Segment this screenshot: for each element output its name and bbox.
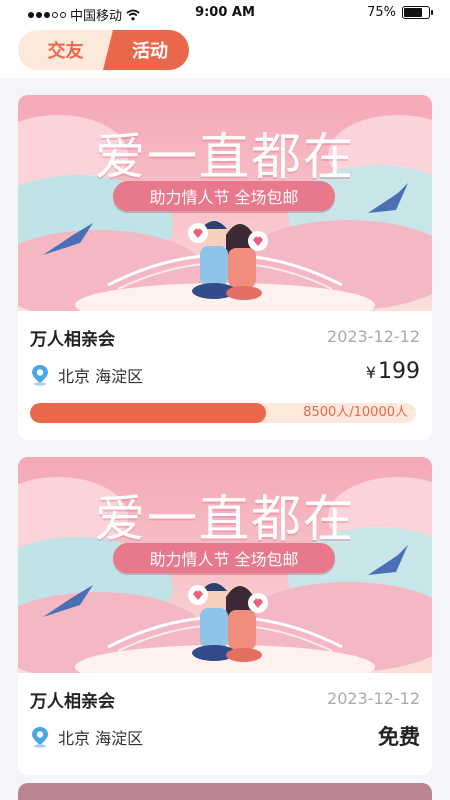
segment-tabs: 交友 活动 xyxy=(18,30,189,70)
event-location-text: 北京 海淀区 xyxy=(58,367,144,386)
status-right: 75% xyxy=(367,5,433,20)
event-card[interactable]: 爱一直都在 助力情人节 全场包邮 万人相亲会 2023-12-12 北京 海淀区… xyxy=(18,457,432,775)
event-title: 万人相亲会 xyxy=(30,692,115,712)
battery-icon xyxy=(402,6,433,19)
tab-activities[interactable]: 活动 xyxy=(103,30,189,70)
event-date: 2023-12-12 xyxy=(327,327,420,346)
map-pin-icon xyxy=(32,727,48,748)
banner-headline: 爱一直都在 xyxy=(95,490,355,548)
event-date: 2023-12-12 xyxy=(327,689,420,708)
event-price-value: 199 xyxy=(378,359,420,384)
currency-symbol: ¥ xyxy=(365,363,376,382)
event-banner-image: 爱一直都在 助力情人节 全场包邮 xyxy=(18,457,432,673)
event-card[interactable]: 爱一直都在 助力情人节 全场包邮 万人相亲会 2023-12-12 北京 海淀区… xyxy=(18,95,432,440)
event-price: ¥199 xyxy=(366,359,420,384)
status-bar: 中国移动 9:00 AM 75% xyxy=(0,0,450,26)
event-location: 北京 海淀区 xyxy=(30,725,143,749)
banner-ribbon: 助力情人节 全场包邮 xyxy=(113,543,335,573)
banner-headline: 爱一直都在 xyxy=(95,128,355,186)
signup-progress-text: 8500人/10000人 xyxy=(303,405,408,420)
event-title-row: 万人相亲会 2023-12-12 xyxy=(30,325,420,350)
event-location-row: 北京 海淀区 免费 xyxy=(30,721,420,753)
event-card-partial[interactable] xyxy=(18,783,432,800)
event-location-row: 北京 海淀区 ¥199 xyxy=(30,359,420,391)
banner-ribbon: 助力情人节 全场包邮 xyxy=(113,181,335,211)
event-location-text: 北京 海淀区 xyxy=(58,729,144,748)
signup-progress-bar: 8500人/10000人 xyxy=(30,403,416,423)
event-banner-image: 爱一直都在 助力情人节 全场包邮 xyxy=(18,95,432,311)
map-pin-icon xyxy=(32,365,48,386)
event-title-row: 万人相亲会 2023-12-12 xyxy=(30,687,420,712)
top-header: 交友 活动 xyxy=(0,26,450,78)
tab-friends[interactable]: 交友 xyxy=(18,30,113,70)
event-location: 北京 海淀区 xyxy=(30,363,143,387)
event-price-free: 免费 xyxy=(378,725,420,749)
battery-percent: 75% xyxy=(367,5,396,20)
signup-progress-fill xyxy=(30,403,267,423)
event-title: 万人相亲会 xyxy=(30,330,115,350)
